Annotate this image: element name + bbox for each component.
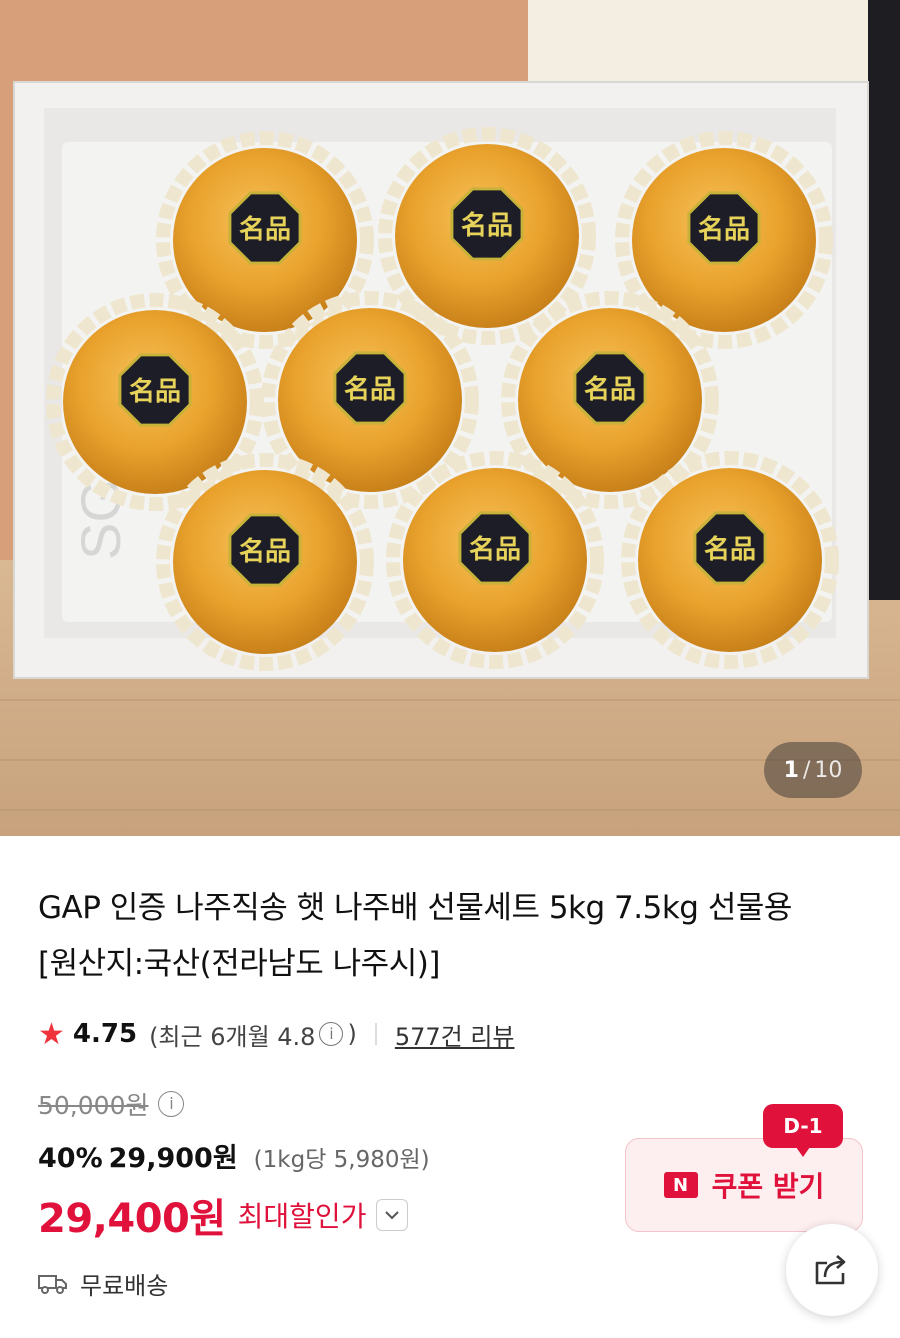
divider [374, 1023, 377, 1045]
star-icon: ★ [38, 1016, 65, 1052]
max-discount-label: 최대할인가 [237, 1200, 367, 1233]
pear-label-text: 名品 [129, 376, 181, 407]
share-icon [815, 1255, 846, 1285]
image-counter: 1 / 10 [764, 742, 862, 798]
pear-label-text: 名品 [469, 534, 521, 565]
share-button[interactable] [786, 1224, 878, 1316]
rating-row: ★ 4.75 (최근 6개월 4.8 i ) 577건 리뷰 [38, 1016, 515, 1052]
max-discount-price: 29,400원 [38, 1196, 226, 1242]
pear-label-text: 名品 [239, 536, 291, 567]
price-info-icon[interactable]: i [158, 1091, 185, 1117]
info-icon[interactable]: i [319, 1022, 344, 1046]
rating-score: 4.75 [72, 1019, 138, 1049]
shipping-label: 무료배송 [80, 1272, 169, 1300]
image-counter-current: 1 [783, 757, 799, 783]
original-price-row: 50,000원 i [38, 1086, 185, 1122]
product-title: GAP 인증 나주직송 햇 나주배 선물세트 5kg 7.5kg 선물용 [원산… [38, 890, 792, 982]
pear-label-text: 名品 [461, 210, 513, 241]
image-counter-total-sep: / [802, 757, 811, 783]
sale-price: 29,900원 [108, 1143, 238, 1174]
max-discount-row[interactable]: 29,400원 최대할인가 [38, 1186, 409, 1244]
pear-label-text: 名品 [239, 214, 291, 245]
truck-icon [38, 1274, 67, 1294]
pear-label-text: 名品 [344, 374, 396, 405]
recent-rating-open: (최근 6개월 4.8 [149, 1022, 316, 1051]
product-image[interactable]: SG 9 名品 名品 名品 名品 名品 名品 名品 名品 名品 1 / 10 [0, 0, 900, 836]
chevron-down-icon[interactable] [376, 1199, 409, 1231]
pear: 名品 [386, 451, 604, 669]
naver-n-icon: N [663, 1172, 698, 1198]
pear-label-text: 名品 [698, 214, 750, 245]
coupon-button[interactable]: N 쿠폰 받기 [625, 1138, 863, 1232]
pear-gift-box-photo: SG 9 名品 名品 名品名品 名品 名品名品 名品 名品 [0, 0, 900, 836]
coupon-label: 쿠폰 받기 [711, 1170, 825, 1203]
pear: 名品 [621, 451, 839, 669]
discount-rate: 40% [38, 1143, 103, 1174]
recent-rating-close: ) [347, 1020, 357, 1048]
pear-label-text: 名品 [584, 374, 636, 405]
shipping-row: 무료배송 [38, 1266, 168, 1301]
pear-label-text: 名品 [704, 534, 756, 565]
unit-price: (1kg당 5,980원) [253, 1147, 430, 1173]
pear: 名品 [156, 453, 374, 671]
image-counter-total: 10 [814, 757, 843, 783]
review-count-link[interactable]: 577건 리뷰 [395, 1017, 515, 1052]
original-price: 50,000원 [38, 1091, 149, 1120]
sale-price-row: 40% 29,900원 (1kg당 5,980원) [38, 1136, 430, 1175]
d-day-badge: D-1 [763, 1104, 843, 1157]
